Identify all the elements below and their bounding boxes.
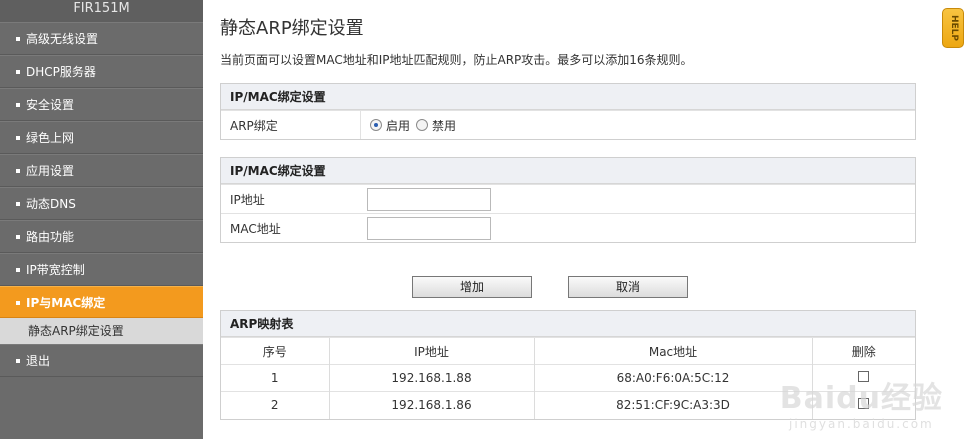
enable-radio-label[interactable]: 启用 <box>386 117 410 134</box>
watermark-logo: Baidu经验 <box>779 381 943 416</box>
mac-address-input[interactable] <box>367 216 491 240</box>
sidebar-item-green-internet[interactable]: 绿色上网 <box>0 121 203 154</box>
ip-address-row: IP地址 <box>221 184 915 213</box>
sidebar-item-application[interactable]: 应用设置 <box>0 154 203 187</box>
ip-address-input[interactable] <box>367 187 491 211</box>
sidebar-item-logout[interactable]: 退出 <box>0 344 203 377</box>
sidebar-item-label: 路由功能 <box>26 230 75 244</box>
bullet-icon <box>16 36 20 41</box>
sidebar-item-label: 高级无线设置 <box>26 32 99 46</box>
mac-address-row: MAC地址 <box>221 213 915 242</box>
bullet-icon <box>16 358 20 363</box>
watermark: Baidu经验 jingyan.baidu.com <box>780 373 943 431</box>
enable-radio[interactable] <box>370 119 382 131</box>
arp-binding-options: 启用 禁用 <box>360 111 915 139</box>
sidebar-item-label: DHCP服务器 <box>26 65 96 79</box>
column-header: 删除 <box>811 337 915 365</box>
watermark-url: jingyan.baidu.com <box>789 417 934 431</box>
arp-binding-panel: IP/MAC绑定设置 ARP绑定 启用 禁用 <box>220 83 916 140</box>
sidebar-item-dhcp-server[interactable]: DHCP服务器 <box>0 55 203 88</box>
bullet-icon <box>16 102 20 107</box>
ip-mac-input-panel: IP/MAC绑定设置 IP地址 MAC地址 <box>220 157 916 243</box>
sidebar-item-routing[interactable]: 路由功能 <box>0 220 203 253</box>
page-title: 静态ARP绑定设置 <box>220 18 364 39</box>
column-header: IP地址 <box>328 337 534 365</box>
column-header: Mac地址 <box>533 337 812 365</box>
sidebar-item-label: IP与MAC绑定 <box>26 296 106 310</box>
disable-radio-label[interactable]: 禁用 <box>432 117 456 134</box>
row-ip: 192.168.1.88 <box>328 364 534 392</box>
sidebar-item-label: 退出 <box>26 354 51 368</box>
bullet-icon <box>16 168 20 173</box>
disable-radio[interactable] <box>416 119 429 131</box>
bullet-icon <box>16 300 20 305</box>
bullet-icon <box>16 201 20 206</box>
column-header: 序号 <box>221 337 329 365</box>
sidebar-item-dynamic-dns[interactable]: 动态DNS <box>0 187 203 220</box>
help-label: HELP <box>949 15 959 42</box>
mac-address-label: MAC地址 <box>230 221 281 236</box>
sidebar: FIR151M 高级无线设置 DHCP服务器 安全设置 绿色上网 应用设置 动态… <box>0 0 203 439</box>
row-index: 2 <box>221 391 329 419</box>
cancel-button[interactable]: 取消 <box>568 276 688 298</box>
row-index: 1 <box>221 364 329 392</box>
ip-address-field-cell <box>360 185 915 213</box>
sidebar-item-ip-mac-binding[interactable]: IP与MAC绑定 <box>0 286 203 318</box>
mac-address-field-cell <box>360 214 915 242</box>
row-mac: 82:51:CF:9C:A3:3D <box>533 391 812 419</box>
sidebar-subitem-static-arp[interactable]: 静态ARP绑定设置 <box>0 318 203 344</box>
bullet-icon <box>16 267 20 272</box>
bullet-icon <box>16 69 20 74</box>
bullet-icon <box>16 234 20 239</box>
sidebar-item-ip-bandwidth[interactable]: IP带宽控制 <box>0 253 203 286</box>
sidebar-item-label: 绿色上网 <box>26 131 75 145</box>
row-ip: 192.168.1.86 <box>328 391 534 419</box>
panel-header: ARP映射表 <box>221 311 915 337</box>
sidebar-item-label: 动态DNS <box>26 197 76 211</box>
sidebar-item-security[interactable]: 安全设置 <box>0 88 203 121</box>
sidebar-item-label: 安全设置 <box>26 98 75 112</box>
device-model: FIR151M <box>0 0 203 22</box>
panel-header: IP/MAC绑定设置 <box>221 158 915 184</box>
arp-binding-label: ARP绑定 <box>230 118 278 133</box>
table-header-row: 序号 IP地址 Mac地址 删除 <box>221 337 915 365</box>
page-description: 当前页面可以设置MAC地址和IP地址匹配规则，防止ARP攻击。最多可以添加16条… <box>220 53 693 67</box>
panel-header: IP/MAC绑定设置 <box>221 84 915 110</box>
help-tab[interactable]: HELP <box>942 8 964 48</box>
sidebar-item-label: IP带宽控制 <box>26 263 85 277</box>
sidebar-item-label: 应用设置 <box>26 164 75 178</box>
add-button[interactable]: 增加 <box>412 276 532 298</box>
sidebar-item-advanced-wireless[interactable]: 高级无线设置 <box>0 22 203 55</box>
arp-binding-row: ARP绑定 启用 禁用 <box>221 110 915 139</box>
ip-address-label: IP地址 <box>230 192 265 207</box>
row-mac: 68:A0:F6:0A:5C:12 <box>533 364 812 392</box>
bullet-icon <box>16 135 20 140</box>
